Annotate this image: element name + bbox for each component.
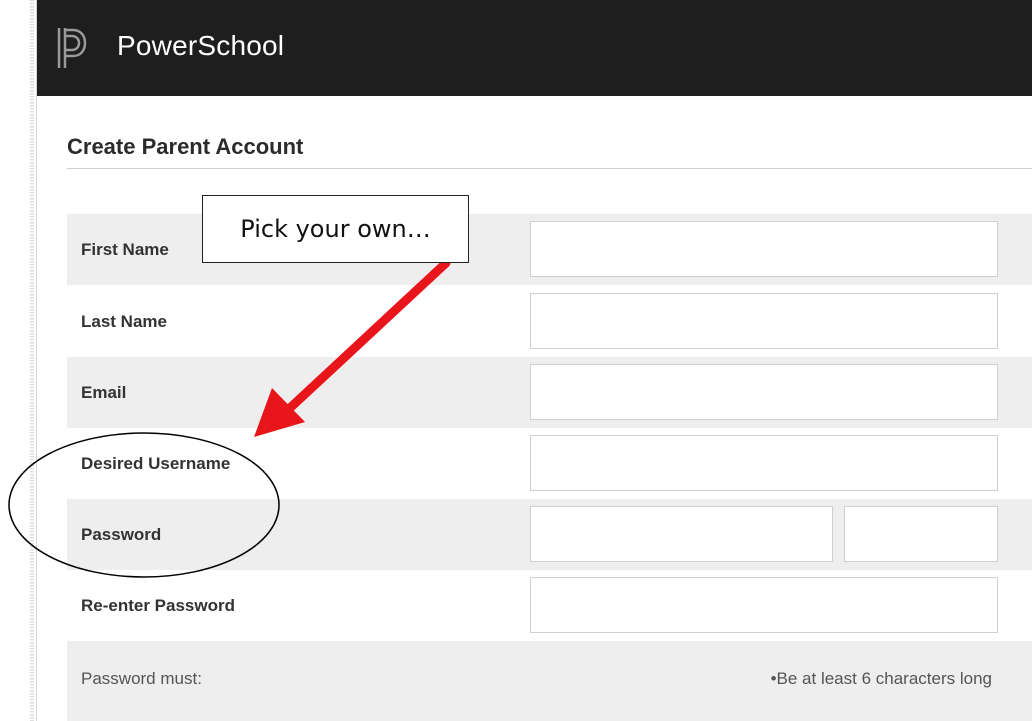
annotation-overlay — [8, 258, 451, 578]
annotation-callout: Pick your own… — [202, 195, 469, 263]
highlight-ellipse — [8, 432, 280, 578]
red-arrow-shaft — [285, 258, 451, 413]
